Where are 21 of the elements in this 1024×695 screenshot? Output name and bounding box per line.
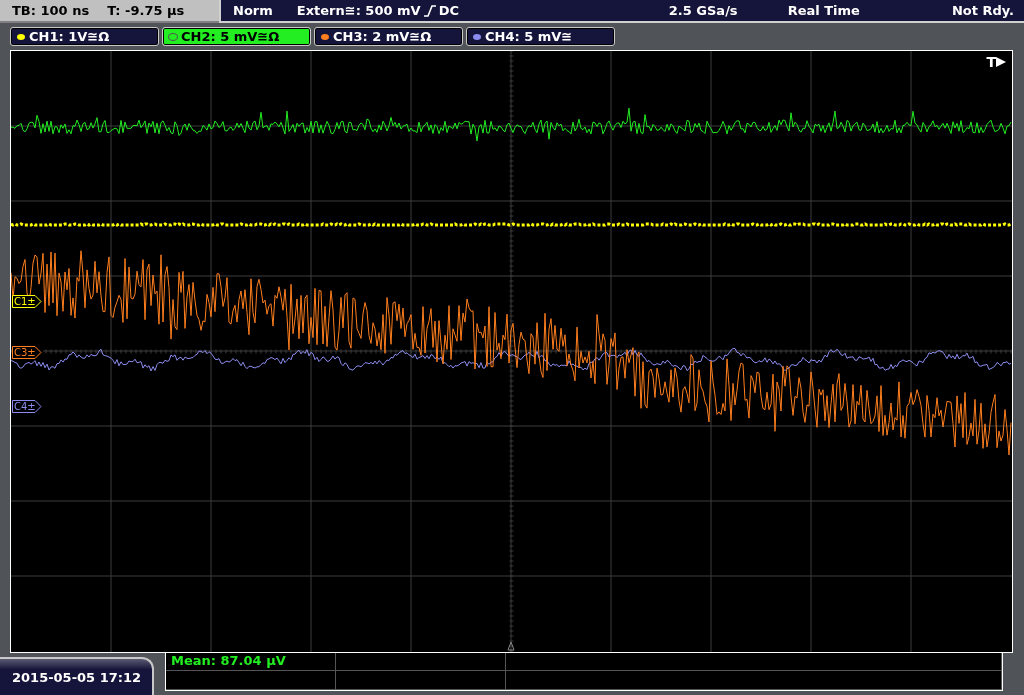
trigger-time-readout: T: -9.75 µs	[107, 3, 185, 18]
status-readout: Not Rdy.	[951, 3, 1014, 18]
channel-marker-label: C3±	[14, 347, 36, 358]
channel-marker-label: C4±	[14, 401, 36, 412]
channel-tab[interactable]: CH2: 5 mV≅Ω	[162, 27, 311, 46]
trigger-mode-readout: Norm	[233, 3, 273, 18]
trigger-coupling-readout: DC	[438, 3, 459, 18]
timebase-readout: TB: 100 ns	[12, 3, 90, 18]
channel-tab[interactable]: CH3: 2 mV≅Ω	[314, 27, 463, 46]
channel-tab[interactable]: CH1: 1V≅Ω	[10, 27, 159, 46]
trigger-position-icon	[507, 641, 515, 651]
play-triangle-icon	[996, 56, 1006, 68]
timestamp: 2015-05-05 17:12	[0, 657, 154, 695]
channel-marker-label: C1±	[14, 296, 36, 307]
channel-tab[interactable]: CH4: 5 mV≅	[466, 27, 615, 46]
trigger-label: T	[986, 54, 996, 70]
trigger-source-readout: Extern≅: 500 mV	[296, 3, 421, 18]
acquisition-mode-readout: Real Time	[787, 3, 860, 18]
sample-rate-readout: 2.5 GSa/s	[668, 3, 738, 18]
rising-edge-icon	[422, 4, 437, 17]
measurement-readout: Mean: 87.04 µV	[166, 651, 336, 671]
